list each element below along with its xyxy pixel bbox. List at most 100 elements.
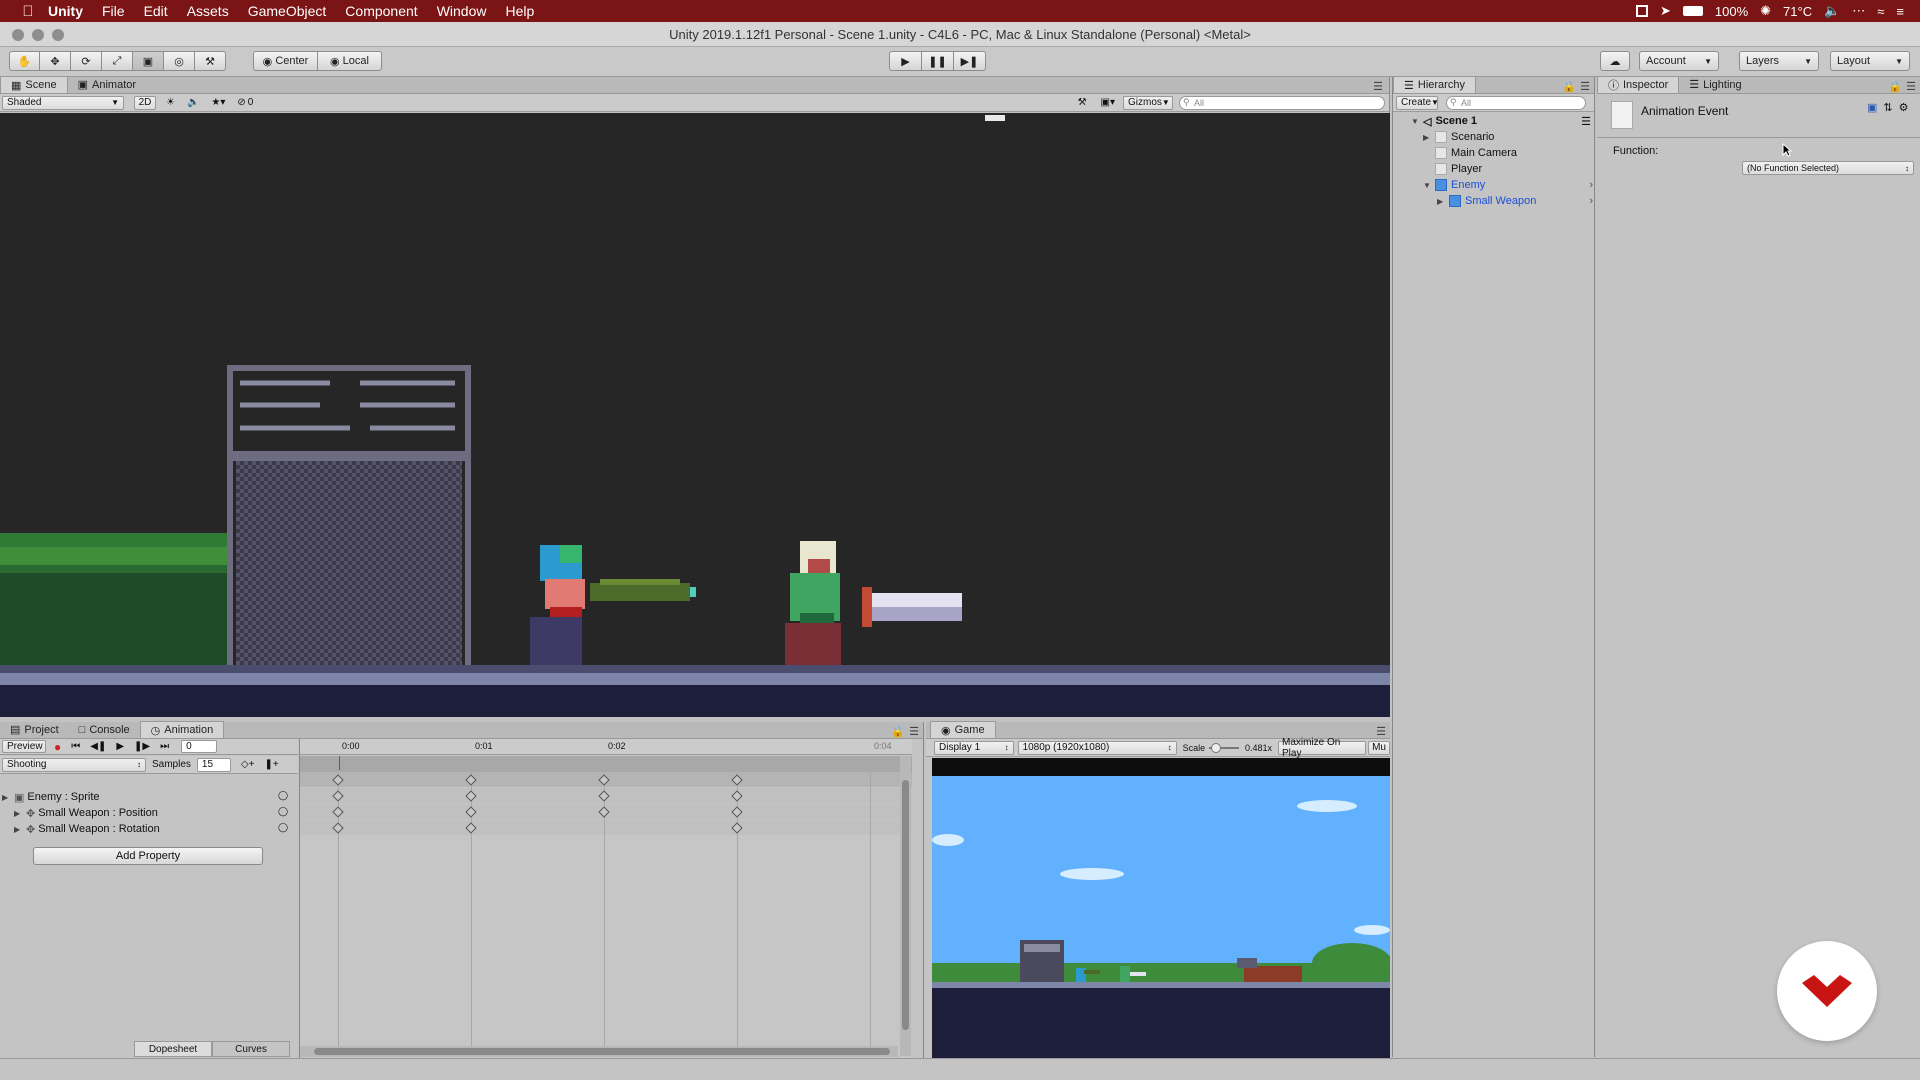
dopesheet-timeline[interactable]: 0:00 0:01 0:02 0:04	[299, 739, 912, 1058]
first-key-icon[interactable]: ⏮	[71, 741, 80, 752]
scrollbar-thumb[interactable]	[314, 1048, 890, 1055]
move-tool-button[interactable]: ✥	[40, 51, 71, 71]
close-window-button[interactable]	[12, 29, 24, 41]
preview-toggle[interactable]: Preview	[2, 740, 46, 753]
game-viewport[interactable]	[932, 758, 1390, 1058]
time-ruler[interactable]: 0:00 0:01 0:02 0:04	[300, 739, 912, 755]
menu-component[interactable]: Component	[345, 3, 417, 19]
apple-icon[interactable]: 	[20, 3, 36, 20]
tab-hierarchy[interactable]: ☰ Hierarchy	[1393, 76, 1476, 93]
pivot-local-toggle[interactable]: ◉ Local	[317, 51, 382, 71]
chevron-down-icon[interactable]: ▼	[1423, 181, 1435, 190]
panel-menu-icon[interactable]: ☰	[1373, 80, 1389, 93]
rotate-tool-button[interactable]: ⟳	[71, 51, 102, 71]
tab-console[interactable]: □ Console	[69, 721, 140, 738]
tab-inspector[interactable]: ⓘ Inspector	[1597, 76, 1680, 93]
frame-input[interactable]: 0	[181, 740, 218, 753]
lock-icon[interactable]: 🔒	[1562, 80, 1580, 93]
tab-lighting[interactable]: ☰ Lighting	[1679, 76, 1751, 93]
notification-center-icon[interactable]: ≡	[1896, 4, 1904, 19]
step-button[interactable]: ▶❚	[953, 51, 986, 71]
lock-icon[interactable]: 🔒	[1888, 80, 1906, 93]
rect-tool-button[interactable]: ▣	[133, 51, 164, 71]
property-options-icon[interactable]: ◯	[278, 806, 288, 817]
scale-tool-button[interactable]: ⤢	[102, 51, 133, 71]
custom-tool-button[interactable]: ⚒	[195, 51, 226, 71]
send-status-icon[interactable]: ➤	[1660, 3, 1671, 19]
property-small-weapon-position[interactable]: ▶ ✥ Small Weapon : Position	[14, 805, 158, 821]
horizontal-scrollbar[interactable]	[300, 1046, 898, 1057]
menu-file[interactable]: File	[102, 3, 125, 19]
toggle-2d-button[interactable]: 2D	[134, 95, 156, 110]
wifi-icon[interactable]: ≈	[1877, 4, 1884, 19]
events-row[interactable]	[300, 756, 912, 772]
account-dropdown[interactable]: Account ▼	[1639, 51, 1719, 71]
lighting-toggle-icon[interactable]: ☀	[166, 97, 175, 108]
play-icon[interactable]: ▶	[116, 741, 124, 752]
pivot-center-toggle[interactable]: ◉ Center	[253, 51, 318, 71]
effects-dropdown-icon[interactable]: ★▾	[211, 97, 225, 108]
menu-edit[interactable]: Edit	[144, 3, 168, 19]
tab-dopesheet[interactable]: Dopesheet	[134, 1041, 212, 1057]
hierarchy-search-input[interactable]: ⚲ All	[1446, 95, 1586, 110]
scene-root-row[interactable]: ▼ ◁ Scene 1 ☰	[1411, 113, 1591, 129]
volume-icon[interactable]: 🔈	[1824, 3, 1840, 19]
mute-audio-toggle[interactable]: Mu	[1368, 740, 1390, 755]
layers-dropdown[interactable]: Layers ▼	[1739, 51, 1819, 71]
collab-cloud-button[interactable]: ☁	[1600, 51, 1630, 71]
shading-mode-dropdown[interactable]: Shaded ▼	[2, 95, 124, 110]
property-small-weapon-rotation[interactable]: ▶ ✥ Small Weapon : Rotation	[14, 821, 160, 837]
chevron-right-icon[interactable]: ▶	[14, 825, 26, 834]
scene-viewport[interactable]	[0, 113, 1390, 717]
scale-slider[interactable]	[1209, 742, 1239, 753]
next-key-icon[interactable]: ❚▶	[134, 741, 150, 752]
hierarchy-item-small-weapon[interactable]: ▶ Small Weapon ›	[1437, 193, 1593, 209]
play-button[interactable]: ▶	[889, 51, 922, 71]
clip-dropdown[interactable]: Shooting ↕	[2, 757, 146, 772]
lock-icon[interactable]: 🔒	[891, 725, 909, 738]
menu-help[interactable]: Help	[505, 3, 534, 19]
minimize-window-button[interactable]	[32, 29, 44, 41]
scrollbar-thumb[interactable]	[902, 780, 909, 1030]
hierarchy-item-enemy[interactable]: ▼ Enemy ›	[1423, 177, 1593, 193]
tab-curves[interactable]: Curves	[212, 1041, 290, 1057]
chevron-right-icon[interactable]: ▶	[1423, 133, 1435, 142]
sidebar-status-icon[interactable]	[1635, 5, 1648, 17]
last-key-icon[interactable]: ⏭	[160, 741, 169, 752]
panel-menu-icon[interactable]: ☰	[1906, 80, 1920, 93]
chevron-right-icon[interactable]: ▶	[14, 809, 26, 818]
maximize-on-play-toggle[interactable]: Maximize On Play	[1278, 737, 1367, 759]
panel-menu-icon[interactable]: ☰	[1376, 725, 1390, 738]
panel-menu-icon[interactable]: ☰	[1580, 80, 1594, 93]
settings-icon[interactable]: ⇅	[1883, 101, 1892, 114]
transform-tool-button[interactable]: ◎	[164, 51, 195, 71]
tab-animator[interactable]: ▣ Animator	[68, 76, 146, 93]
fan-icon[interactable]: ✺	[1760, 3, 1771, 19]
zoom-window-button[interactable]	[52, 29, 64, 41]
property-options-icon[interactable]: ◯	[278, 790, 288, 801]
chevron-right-icon[interactable]: ▶	[1437, 197, 1449, 206]
audio-toggle-icon[interactable]: 🔈	[187, 97, 199, 108]
menu-app-unity[interactable]: Unity	[48, 3, 83, 19]
gear-icon[interactable]: ⚙	[1899, 101, 1909, 114]
create-dropdown[interactable]: Create ▼	[1396, 95, 1439, 110]
menu-assets[interactable]: Assets	[187, 3, 229, 19]
tab-game[interactable]: ◉ Game	[930, 721, 996, 738]
panel-menu-icon[interactable]: ☰	[909, 725, 923, 738]
more-icon[interactable]: ⋯	[1852, 3, 1865, 19]
tab-animation[interactable]: ◷ Animation	[139, 721, 225, 738]
property-options-icon[interactable]: ◯	[278, 822, 288, 833]
slider-knob[interactable]	[1211, 742, 1222, 753]
resolution-dropdown[interactable]: 1080p (1920x1080) ↕	[1017, 740, 1177, 755]
layout-dropdown[interactable]: Layout ▼	[1830, 51, 1910, 71]
add-event-icon[interactable]: ❚+	[264, 759, 278, 770]
scene-tools-icon[interactable]: ⚒	[1078, 97, 1087, 108]
tab-scene[interactable]: ▦ Scene	[0, 76, 68, 93]
hidden-objects-icon[interactable]: ⊘	[237, 97, 245, 108]
pause-button[interactable]: ❚❚	[921, 51, 954, 71]
chevron-right-icon[interactable]: ▶	[2, 793, 14, 802]
vertical-scrollbar[interactable]	[900, 756, 911, 1056]
chevron-right-icon[interactable]: ›	[1589, 195, 1593, 207]
display-dropdown[interactable]: Display 1 ↕	[934, 740, 1014, 755]
hierarchy-item-scenario[interactable]: ▶ Scenario	[1423, 129, 1494, 145]
